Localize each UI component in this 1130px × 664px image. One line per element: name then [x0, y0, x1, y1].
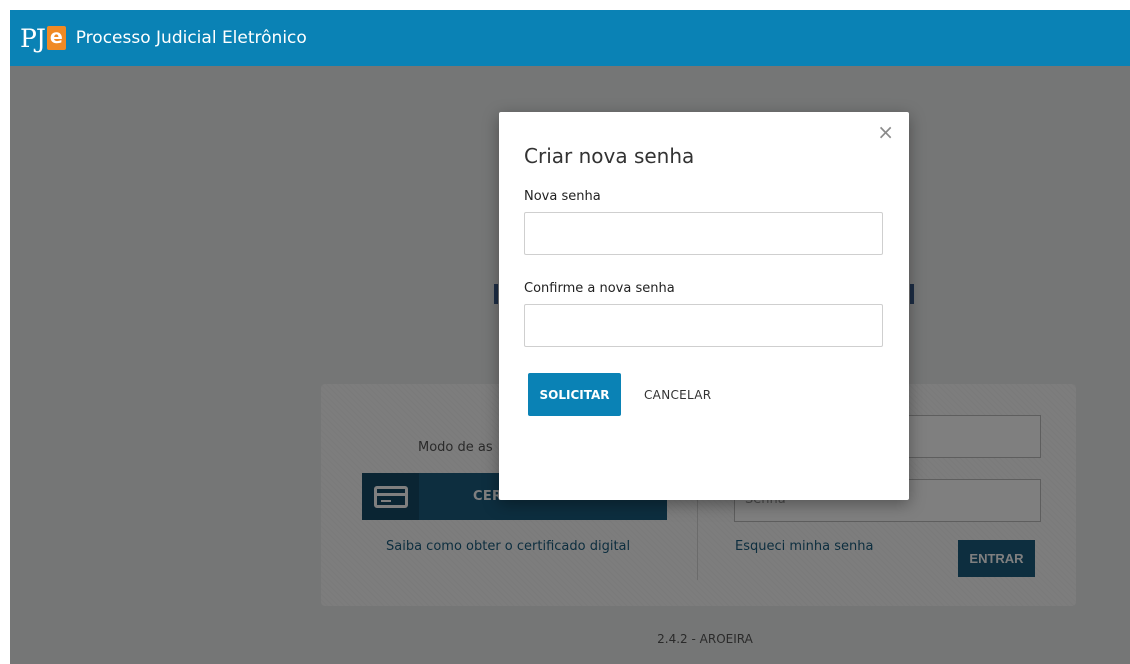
- close-icon[interactable]: ×: [877, 122, 894, 142]
- logo-badge: e: [46, 26, 66, 50]
- cancel-button[interactable]: CANCELAR: [636, 373, 719, 416]
- left-gutter: [0, 0, 10, 664]
- confirm-password-field[interactable]: [524, 304, 883, 347]
- page: PJ e Processo Judicial Eletrônico Modo d…: [0, 0, 1130, 664]
- submit-button[interactable]: SOLICITAR: [528, 373, 621, 416]
- pje-logo[interactable]: PJ e: [20, 26, 66, 51]
- app-title: Processo Judicial Eletrônico: [75, 28, 307, 48]
- confirm-password-label: Confirme a nova senha: [524, 281, 675, 296]
- new-password-label: Nova senha: [524, 189, 601, 204]
- modal-title: Criar nova senha: [524, 144, 695, 168]
- new-password-modal: × Criar nova senha Nova senha Confirme a…: [499, 112, 909, 500]
- top-bar: PJ e Processo Judicial Eletrônico: [10, 10, 1130, 66]
- new-password-field[interactable]: [524, 212, 883, 255]
- logo-text: PJ: [20, 23, 46, 53]
